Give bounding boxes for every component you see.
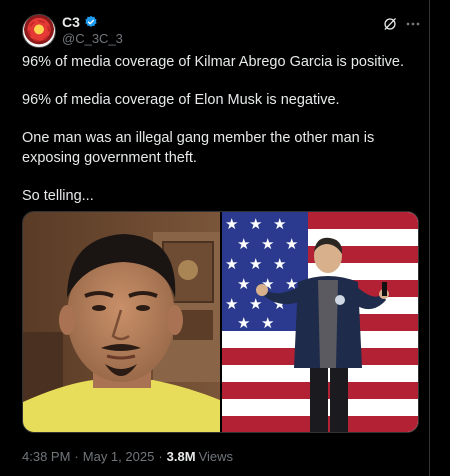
- grok-icon[interactable]: [382, 16, 398, 32]
- svg-text:★: ★: [249, 255, 262, 273]
- left-photo[interactable]: [23, 212, 220, 432]
- man-portrait-image: [23, 212, 220, 432]
- right-photo[interactable]: ★ ★ ★ ★ ★ ★ ★ ★ ★ ★ ★ ★ ★ ★ ★ ★ ★: [222, 212, 418, 432]
- svg-text:★: ★: [285, 235, 298, 253]
- post-time[interactable]: 4:38 PM: [22, 449, 70, 464]
- avatar-emblem: [28, 20, 50, 42]
- svg-text:★: ★: [261, 235, 274, 253]
- post-media[interactable]: ★ ★ ★ ★ ★ ★ ★ ★ ★ ★ ★ ★ ★ ★ ★ ★ ★: [22, 211, 419, 433]
- post-text-line: One man was an illegal gang member the o…: [22, 130, 375, 166]
- svg-text:★: ★: [225, 215, 238, 233]
- author-handle[interactable]: @C_3C_3: [62, 31, 123, 46]
- svg-text:★: ★: [249, 295, 262, 313]
- post-text-line: 96% of media coverage of Elon Musk is ne…: [22, 92, 340, 108]
- post-text-line: So telling...: [22, 188, 94, 204]
- timeline-border: [429, 0, 430, 476]
- post-text-line: 96% of media coverage of Kilmar Abrego G…: [22, 54, 405, 70]
- svg-text:★: ★: [273, 215, 286, 233]
- more-dots-icon: [406, 22, 420, 26]
- post-text: 96% of media coverage of Kilmar Abrego G…: [22, 52, 422, 206]
- svg-text:★: ★: [237, 275, 250, 293]
- man-with-american-flag-image: ★ ★ ★ ★ ★ ★ ★ ★ ★ ★ ★ ★ ★ ★ ★ ★ ★: [222, 212, 418, 432]
- svg-text:★: ★: [261, 314, 274, 332]
- verified-badge-icon: [85, 15, 97, 27]
- svg-text:★: ★: [237, 314, 250, 332]
- author-display-name[interactable]: C3: [62, 14, 80, 30]
- svg-text:★: ★: [237, 235, 250, 253]
- tweet-card: C3 @C_3C_3 96% of media coverage of Kilm…: [0, 0, 450, 476]
- post-date[interactable]: May 1, 2025: [83, 449, 155, 464]
- svg-text:★: ★: [225, 255, 238, 273]
- views-label: Views: [198, 448, 234, 464]
- post-header: C3 @C_3C_3: [22, 10, 422, 48]
- avatar[interactable]: [22, 14, 56, 48]
- post-footer: 4:38 PM · May 1, 2025 · 3.8M Views: [22, 447, 233, 465]
- author-name-row: C3: [62, 14, 98, 30]
- svg-text:★: ★: [225, 295, 238, 313]
- more-icon[interactable]: [405, 16, 421, 32]
- views-count: 3.8M: [166, 448, 196, 464]
- svg-text:★: ★: [249, 215, 262, 233]
- separator: ·: [158, 448, 163, 464]
- separator: ·: [74, 448, 79, 464]
- svg-text:★: ★: [273, 255, 286, 273]
